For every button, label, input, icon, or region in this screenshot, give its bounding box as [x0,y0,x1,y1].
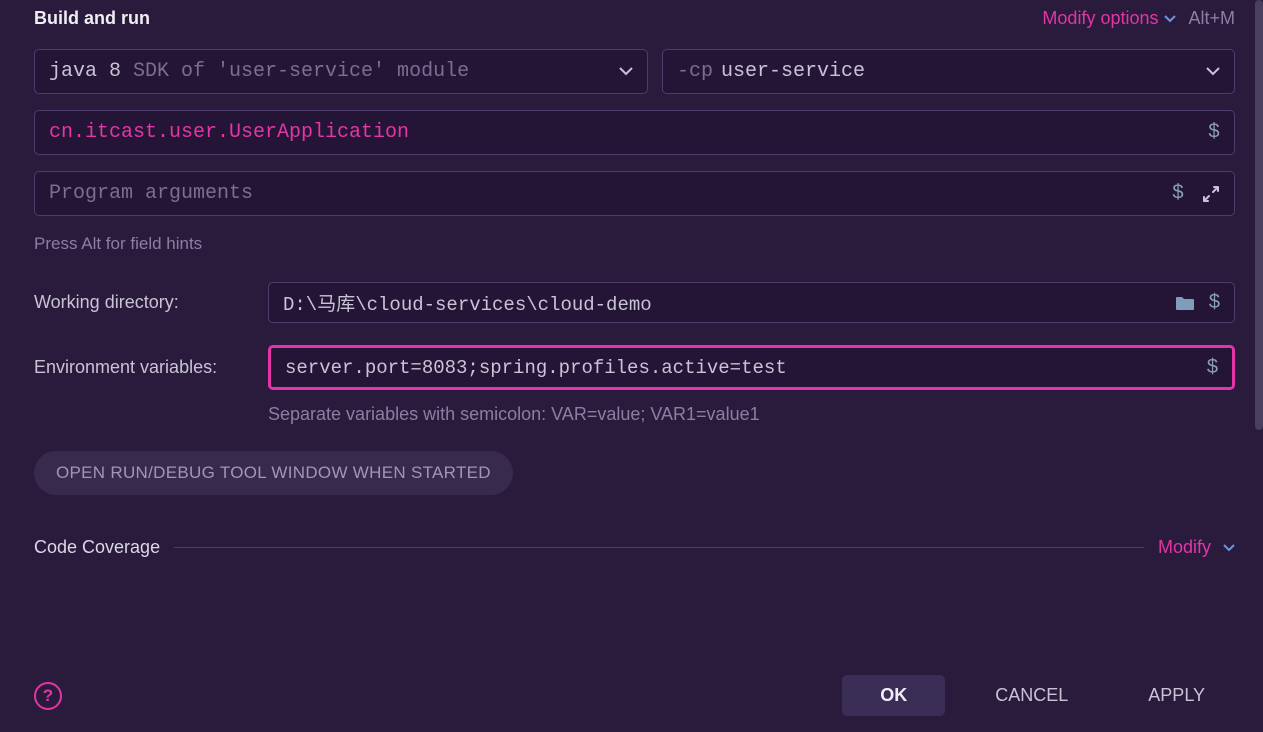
folder-icon[interactable] [1175,295,1195,311]
macro-icon[interactable]: $ [1208,121,1220,144]
ok-button[interactable]: OK [842,675,945,716]
env-variables-label: Environment variables: [34,357,268,378]
macro-icon[interactable]: $ [1209,291,1220,314]
dialog-footer: ? OK CANCEL APPLY [0,659,1263,732]
main-class-field[interactable]: cn.itcast.user.UserApplication $ [34,110,1235,155]
apply-button[interactable]: APPLY [1118,675,1235,716]
modify-shortcut: Alt+M [1188,8,1235,29]
help-icon[interactable]: ? [34,682,62,710]
open-tool-window-pill[interactable]: OPEN RUN/DEBUG TOOL WINDOW WHEN STARTED [34,451,513,495]
classpath-dropdown[interactable]: -cp user-service [662,49,1235,94]
code-coverage-section: Code Coverage Modify [34,537,1235,558]
modify-options-label: Modify options [1042,8,1158,29]
cp-prefix: -cp [677,60,713,83]
chevron-down-icon [1164,15,1176,23]
env-helper-text: Separate variables with semicolon: VAR=v… [268,404,760,425]
env-variables-field[interactable]: $ [268,345,1235,390]
working-directory-input[interactable] [283,292,1175,314]
expand-icon[interactable] [1202,185,1220,203]
jdk-selected: java 8 [49,60,121,83]
chevron-down-icon [619,67,633,76]
main-class-value: cn.itcast.user.UserApplication [49,121,409,144]
macro-icon[interactable]: $ [1172,182,1184,205]
jdk-dropdown[interactable]: java 8 SDK of 'user-service' module [34,49,648,94]
macro-icon[interactable]: $ [1207,356,1218,379]
program-arguments-field[interactable]: Program arguments $ [34,171,1235,216]
code-coverage-title: Code Coverage [34,537,160,558]
pill-label: OPEN RUN/DEBUG TOOL WINDOW WHEN STARTED [56,463,491,483]
section-title: Build and run [34,8,150,29]
program-args-placeholder: Program arguments [49,182,253,205]
scrollbar[interactable] [1255,0,1263,430]
chevron-down-icon [1223,544,1235,552]
cp-value: user-service [721,60,865,83]
jdk-hint: SDK of 'user-service' module [121,60,469,83]
divider [174,547,1144,548]
working-directory-field[interactable]: $ [268,282,1235,323]
build-run-header: Build and run Modify options Alt+M [34,8,1235,29]
field-hints-text: Press Alt for field hints [34,234,1235,254]
chevron-down-icon [1206,67,1220,76]
env-variables-input[interactable] [285,357,1207,379]
modify-options-link[interactable]: Modify options Alt+M [1042,8,1235,29]
coverage-modify-label: Modify [1158,537,1211,558]
coverage-modify-link[interactable]: Modify [1158,537,1235,558]
working-directory-label: Working directory: [34,292,268,313]
cancel-button[interactable]: CANCEL [965,675,1098,716]
